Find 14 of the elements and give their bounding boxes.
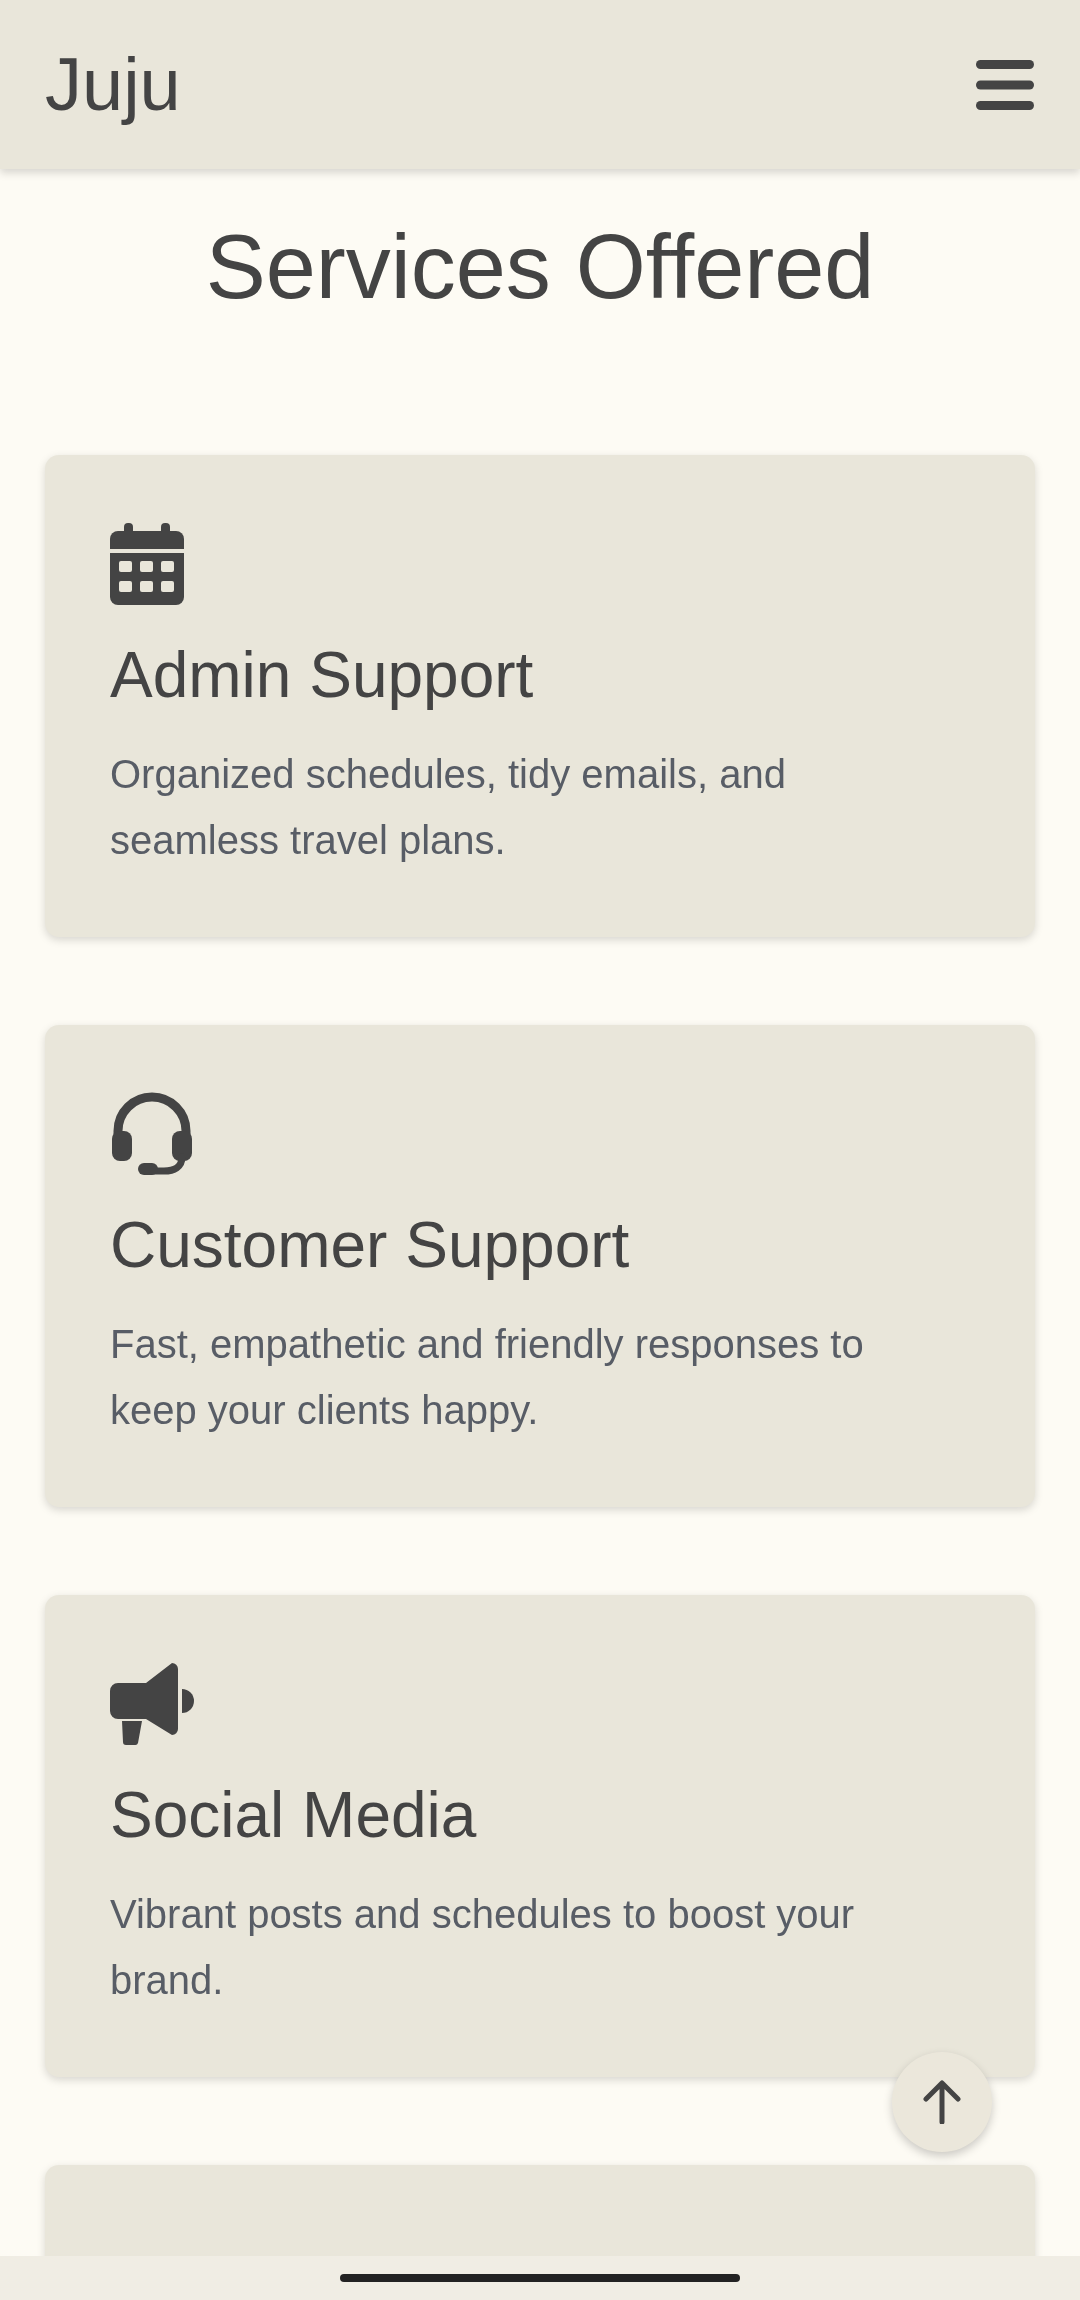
service-title: Social Media — [110, 1779, 478, 1851]
service-description: Vibrant posts and schedules to boost your brand. — [110, 1891, 856, 2004]
headset-icon — [110, 1091, 194, 1175]
scroll-top-button[interactable] — [892, 2052, 992, 2152]
up-arrow-icon — [922, 2080, 962, 2124]
page-title: Services Offered — [204, 217, 876, 317]
service-title: Customer Support — [110, 1209, 631, 1281]
megaphone-icon — [110, 1661, 194, 1745]
logo[interactable]: Juju — [45, 29, 181, 140]
service-description: Fast, empathetic and friendly responses to keep your clients happy. — [110, 1321, 865, 1434]
menu-icon — [976, 59, 1034, 110]
calendar-icon — [110, 523, 184, 605]
service-description: Organized schedules, tidy emails, and seamless travel plans. — [110, 751, 787, 864]
service-title: Admin Support — [110, 639, 535, 711]
